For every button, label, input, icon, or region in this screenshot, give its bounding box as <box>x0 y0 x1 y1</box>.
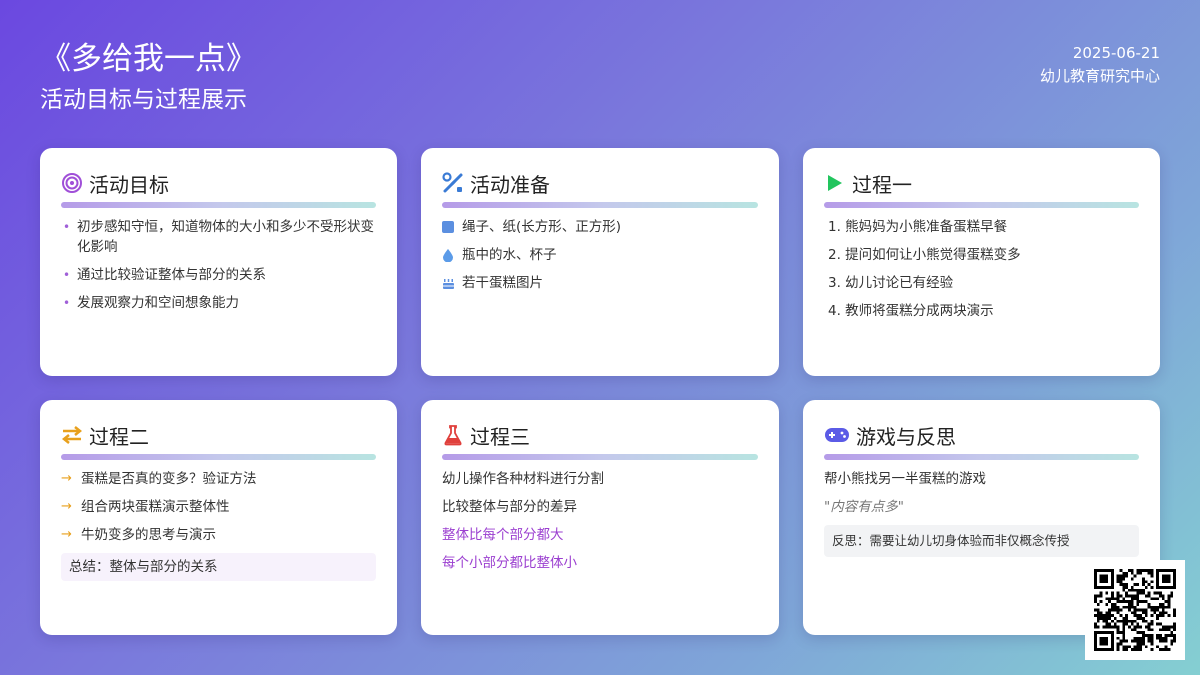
list-item: • 发展观察力和空间想象能力 <box>63 295 239 311</box>
card-title: 过程三 <box>470 424 530 449</box>
org-label: 幼儿教育研究中心 <box>1039 67 1160 85</box>
card-process-2: 过程二 → 蛋糕是否真的变多？验证方法 → 组合两块蛋糕演示整体性 → 牛奶变多的思考… <box>40 400 397 635</box>
list-item: 1. 熊妈妈为小熊准备蛋糕早餐 <box>828 219 1008 235</box>
tools-icon <box>442 172 464 194</box>
process-3-line: 比较整体与部分的差异 <box>442 499 577 515</box>
process-3-line: 幼儿操作各种材料进行分割 <box>442 471 604 487</box>
card-title: 过程一 <box>852 172 912 197</box>
arrow-right-icon: → <box>61 499 72 514</box>
list-item: 2. 提问如何让小熊觉得蛋糕变多 <box>828 247 1021 263</box>
cake-icon <box>442 273 462 293</box>
list-item: → 牛奶变多的思考与演示 <box>61 527 216 543</box>
swap-arrows-icon <box>61 424 83 446</box>
list-item: → 组合两块蛋糕演示整体性 <box>61 499 230 515</box>
page-title: 《多给我一点》 <box>40 41 257 77</box>
list-item: 绳子、纸(长方形、正方形) <box>442 217 758 237</box>
arrow-right-icon: → <box>61 471 72 486</box>
title-underline <box>442 202 758 208</box>
title-underline <box>824 454 1139 460</box>
list-item: • 初步感知守恒，知道物体的大小和多少不受形状变化影响 <box>63 219 374 255</box>
droplet-icon <box>442 245 462 265</box>
qr-code-icon <box>1085 560 1185 660</box>
card-title: 游戏与反思 <box>856 424 956 449</box>
target-icon <box>61 172 83 194</box>
play-icon <box>824 172 846 194</box>
list-item: • 通过比较验证整体与部分的关系 <box>63 267 266 283</box>
date-label: 2025-06-21 <box>1072 44 1160 62</box>
header: 《多给我一点》 活动目标与过程展示 <box>40 38 257 116</box>
highlight-line: 每个小部分都比整体小 <box>442 555 577 571</box>
list-item: 若干蛋糕图片 <box>442 273 758 293</box>
game-line: 帮小熊找另一半蛋糕的游戏 <box>824 471 986 487</box>
title-underline <box>824 202 1139 208</box>
arrow-right-icon: → <box>61 527 72 542</box>
highlight-line: 整体比每个部分都大 <box>442 527 564 543</box>
flask-icon <box>442 424 464 446</box>
summary-box: 总结：整体与部分的关系 <box>61 553 376 581</box>
quote-line: "内容有点多" <box>824 499 904 515</box>
list-item: 4. 教师将蛋糕分成两块演示 <box>828 303 994 319</box>
prep-list: 绳子、纸(长方形、正方形) 瓶中的水、杯子 若干蛋糕图片 <box>442 217 758 293</box>
process-2-list: → 蛋糕是否真的变多？验证方法 → 组合两块蛋糕演示整体性 → 牛奶变多的思考与演示 <box>61 469 376 545</box>
card-goals: 活动目标 • 初步感知守恒，知道物体的大小和多少不受形状变化影响 • 通过比较验证整… <box>40 148 397 376</box>
card-title: 过程二 <box>89 424 149 449</box>
list-item: 瓶中的水、杯子 <box>442 245 758 265</box>
square-icon <box>442 217 462 237</box>
card-process-3: 过程三 幼儿操作各种材料进行分割 比较整体与部分的差异 整体比每个部分都大 每个… <box>421 400 779 635</box>
list-item: → 蛋糕是否真的变多？验证方法 <box>61 471 257 487</box>
title-underline <box>61 202 376 208</box>
reflection-box: 反思：需要让幼儿切身体验而非仅概念传授 <box>824 525 1139 557</box>
list-item: 3. 幼儿讨论已有经验 <box>828 275 954 291</box>
gamepad-icon <box>824 424 850 446</box>
title-underline <box>61 454 376 460</box>
card-title: 活动目标 <box>89 172 169 197</box>
card-process-1: 过程一 1. 熊妈妈为小熊准备蛋糕早餐 2. 提问如何让小熊觉得蛋糕变多 3. … <box>803 148 1160 376</box>
goals-list: • 初步感知守恒，知道物体的大小和多少不受形状变化影响 • 通过比较验证整体与部分的… <box>61 217 376 313</box>
header-meta: 2025-06-21 幼儿教育研究中心 <box>1040 42 1160 88</box>
process-1-list: 1. 熊妈妈为小熊准备蛋糕早餐 2. 提问如何让小熊觉得蛋糕变多 3. 幼儿讨论… <box>824 217 1139 321</box>
page-subtitle: 活动目标与过程展示 <box>40 87 247 113</box>
card-title: 活动准备 <box>470 172 550 197</box>
title-underline <box>442 454 758 460</box>
card-prep: 活动准备 绳子、纸(长方形、正方形) 瓶中的水、杯子 若干蛋糕图片 <box>421 148 779 376</box>
